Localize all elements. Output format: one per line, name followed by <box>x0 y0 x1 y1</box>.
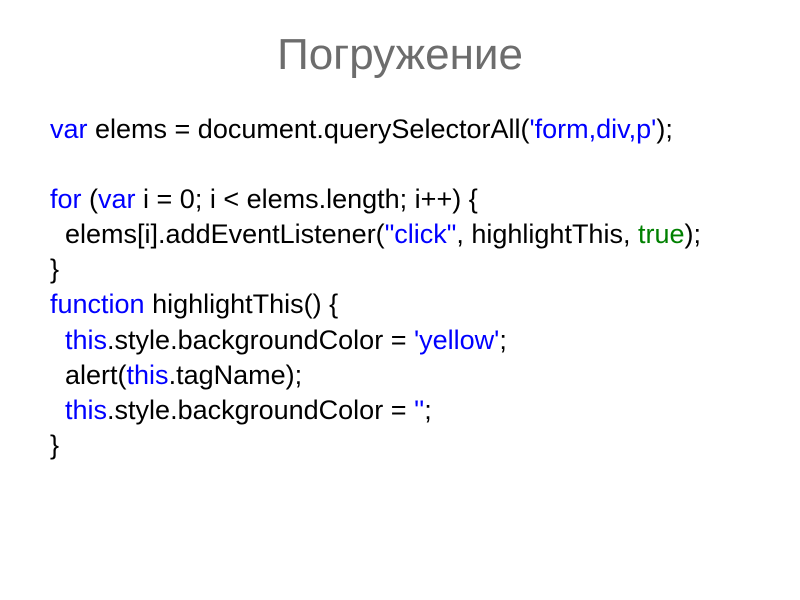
slide-title: Погружение <box>50 30 750 80</box>
code-line-10: } <box>50 428 750 463</box>
code-text: .tagName); <box>169 360 303 390</box>
code-line-7: this.style.backgroundColor = 'yellow'; <box>50 323 750 358</box>
code-indent <box>50 325 65 355</box>
string-literal: 'yellow' <box>414 325 499 355</box>
code-indent <box>50 395 65 425</box>
string-literal: "click" <box>385 219 457 249</box>
keyword-var: var <box>50 114 88 144</box>
keyword-this: this <box>127 360 169 390</box>
code-text: .style.backgroundColor = <box>107 395 414 425</box>
code-text: , highlightThis, <box>456 219 638 249</box>
code-text: ( <box>82 184 99 214</box>
code-text: elems = document.querySelectorAll( <box>88 114 530 144</box>
blank-line <box>50 147 750 182</box>
code-line-8: alert(this.tagName); <box>50 358 750 393</box>
slide-container: Погружение var elems = document.querySel… <box>0 0 800 600</box>
boolean-true: true <box>638 219 685 249</box>
code-text: ; <box>499 325 507 355</box>
code-line-3: for (var i = 0; i < elems.length; i++) { <box>50 182 750 217</box>
code-line-6: function highlightThis() { <box>50 287 750 322</box>
code-line-4: elems[i].addEventListener("click", highl… <box>50 217 750 252</box>
code-text: ); <box>656 114 673 144</box>
keyword-this: this <box>65 325 107 355</box>
code-line-9: this.style.backgroundColor = ''; <box>50 393 750 428</box>
code-block: var elems = document.querySelectorAll('f… <box>50 112 750 463</box>
string-literal: 'form,div,p' <box>529 114 656 144</box>
code-text: ); <box>684 219 701 249</box>
code-text: .style.backgroundColor = <box>107 325 414 355</box>
string-literal: '' <box>414 395 424 425</box>
code-text: ; <box>424 395 432 425</box>
keyword-for: for <box>50 184 82 214</box>
code-text: alert( <box>50 360 127 390</box>
keyword-function: function <box>50 289 145 319</box>
code-line-1: var elems = document.querySelectorAll('f… <box>50 112 750 147</box>
code-line-5: } <box>50 252 750 287</box>
keyword-var: var <box>98 184 136 214</box>
code-text: highlightThis() { <box>145 289 339 319</box>
code-text: elems[i].addEventListener( <box>50 219 385 249</box>
code-text: i = 0; i < elems.length; i++) { <box>136 184 478 214</box>
keyword-this: this <box>65 395 107 425</box>
